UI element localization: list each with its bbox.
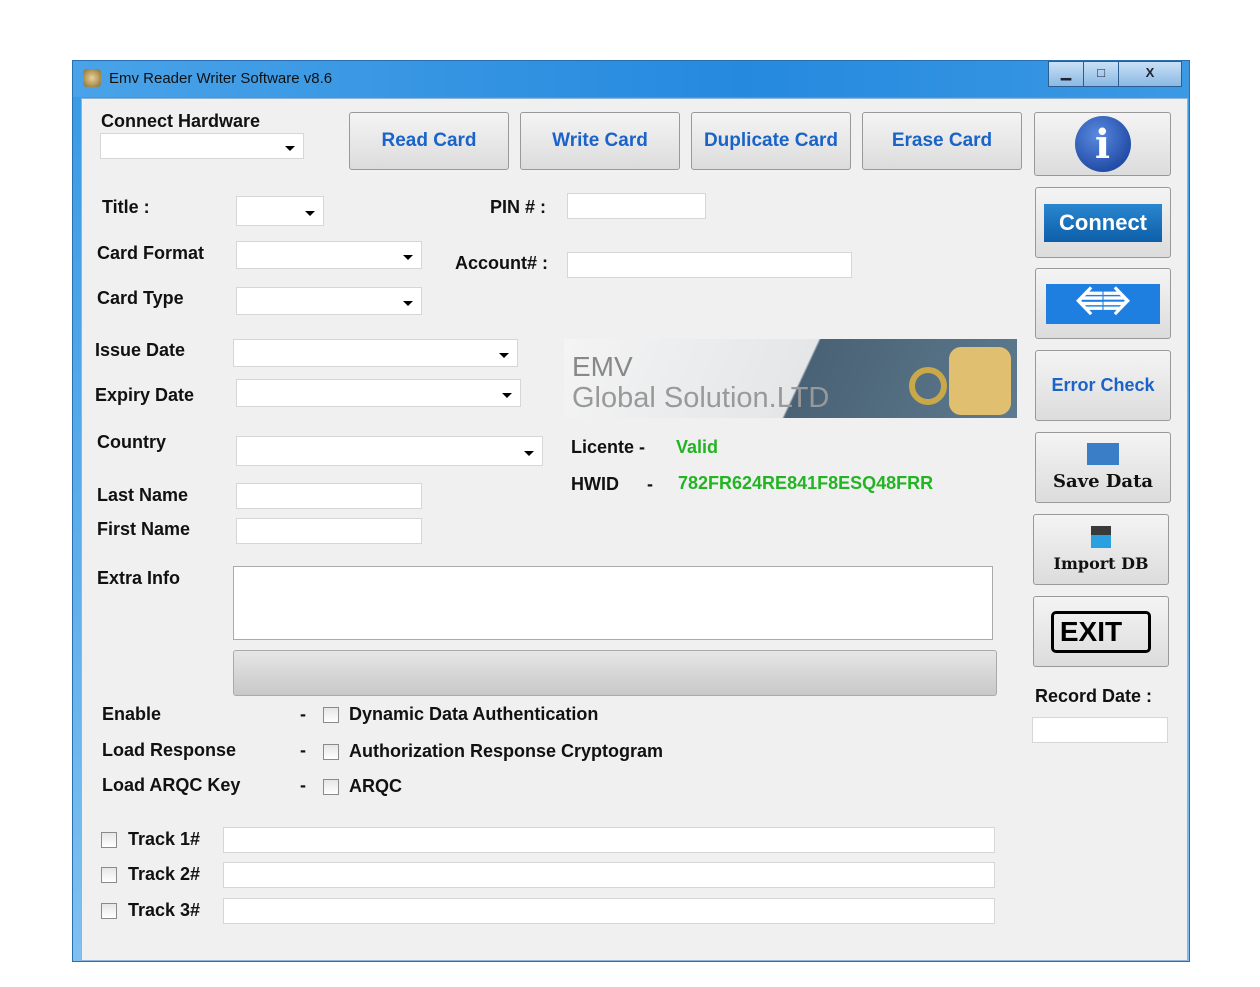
client-area: Connect Hardware Read Card Write Card Du… <box>81 98 1188 961</box>
arc-label: Authorization Response Cryptogram <box>349 741 664 761</box>
hwid-value: 782FR624RE841F8ESQ48FRR <box>678 473 934 493</box>
banner-line1: EMV <box>572 351 633 382</box>
option-dash: - <box>300 704 306 724</box>
expiry-date-label: Expiry Date <box>95 385 195 405</box>
app-window: Emv Reader Writer Software v8.6 ▁ □ X Co… <box>72 60 1190 962</box>
dda-checkbox[interactable] <box>323 707 339 723</box>
emv-banner: EMV Global Solution.LTD <box>564 339 1017 418</box>
track3-checkbox[interactable] <box>101 903 117 919</box>
database-icon <box>1091 526 1111 548</box>
maximize-button[interactable]: □ <box>1083 61 1119 87</box>
arc-checkbox[interactable] <box>323 744 339 760</box>
title-bar: Emv Reader Writer Software v8.6 ▁ □ X <box>73 61 1189 97</box>
track1-checkbox[interactable] <box>101 832 117 848</box>
issue-date-label: Issue Date <box>95 340 186 360</box>
track3-input[interactable] <box>223 898 995 924</box>
option-dash: - <box>300 775 306 795</box>
first-name-input[interactable] <box>236 518 422 544</box>
load-arqc-key-label: Load ARQC Key <box>102 775 241 795</box>
issue-date-picker[interactable] <box>233 339 518 367</box>
card-type-label: Card Type <box>97 288 184 308</box>
hwid-label: HWID <box>571 474 619 494</box>
app-icon <box>83 69 101 87</box>
license-status: Valid <box>676 437 719 457</box>
account-input[interactable] <box>567 252 852 278</box>
first-name-label: First Name <box>97 519 191 539</box>
country-dropdown[interactable] <box>236 436 543 466</box>
enable-label: Enable <box>102 704 162 724</box>
import-db-label: Import DB <box>1053 554 1149 573</box>
pin-label: PIN # : <box>490 197 547 217</box>
card-type-dropdown[interactable] <box>236 287 422 315</box>
license-label: Licente - <box>571 437 646 457</box>
hwid-dash: - <box>647 474 653 494</box>
record-date-label: Record Date : <box>1035 686 1153 706</box>
account-label: Account# : <box>455 253 549 273</box>
option-dash: - <box>300 740 306 760</box>
usb-icon: ⭅⭆ <box>1046 283 1160 324</box>
chip-icon <box>949 347 1011 415</box>
arqc-label: ARQC <box>349 776 402 796</box>
exit-button[interactable]: EXIT <box>1033 596 1169 667</box>
record-date-input[interactable] <box>1032 717 1168 743</box>
pin-input[interactable] <box>567 193 706 219</box>
progress-bar <box>233 650 997 696</box>
title-dropdown[interactable] <box>236 196 324 226</box>
read-card-button[interactable]: Read Card <box>349 112 509 170</box>
dda-label: Dynamic Data Authentication <box>349 704 599 724</box>
track2-label: Track 2# <box>128 864 201 884</box>
import-db-button[interactable]: Import DB <box>1033 514 1169 585</box>
extra-info-textarea[interactable] <box>233 566 993 640</box>
expiry-date-picker[interactable] <box>236 379 521 407</box>
connect-button[interactable]: Connect <box>1044 203 1162 242</box>
save-data-label: Save Data <box>1052 471 1154 492</box>
extra-info-label: Extra Info <box>97 568 181 588</box>
track2-checkbox[interactable] <box>101 867 117 883</box>
save-data-button[interactable]: Save Data <box>1035 432 1171 503</box>
track1-input[interactable] <box>223 827 995 853</box>
usb-button[interactable]: ⭅⭆ <box>1035 268 1171 339</box>
track1-label: Track 1# <box>128 829 201 849</box>
last-name-input[interactable] <box>236 483 422 509</box>
info-icon: i <box>1074 116 1131 172</box>
info-button[interactable]: i <box>1034 112 1171 176</box>
card-icon <box>1087 443 1119 465</box>
last-name-label: Last Name <box>97 485 189 505</box>
erase-card-button[interactable]: Erase Card <box>862 112 1022 170</box>
close-button[interactable]: X <box>1118 61 1182 87</box>
card-format-dropdown[interactable] <box>236 241 422 269</box>
banner-line2: Global Solution.LTD <box>572 382 830 414</box>
key-icon <box>909 367 947 405</box>
track3-label: Track 3# <box>128 900 201 920</box>
connect-button-frame[interactable]: Connect <box>1035 187 1171 258</box>
connect-hardware-label: Connect Hardware <box>101 111 261 131</box>
write-card-button[interactable]: Write Card <box>520 112 680 170</box>
exit-icon: EXIT <box>1050 610 1152 653</box>
track2-input[interactable] <box>223 862 995 888</box>
error-check-button[interactable]: Error Check <box>1035 350 1171 421</box>
card-format-label: Card Format <box>97 243 205 263</box>
window-title: Emv Reader Writer Software v8.6 <box>109 70 333 87</box>
hardware-dropdown[interactable] <box>100 133 304 159</box>
title-label: Title : <box>102 197 150 217</box>
minimize-button[interactable]: ▁ <box>1048 61 1084 87</box>
load-response-label: Load Response <box>102 740 237 760</box>
arqc-checkbox[interactable] <box>323 779 339 795</box>
duplicate-card-button[interactable]: Duplicate Card <box>691 112 851 170</box>
country-label: Country <box>97 432 166 452</box>
